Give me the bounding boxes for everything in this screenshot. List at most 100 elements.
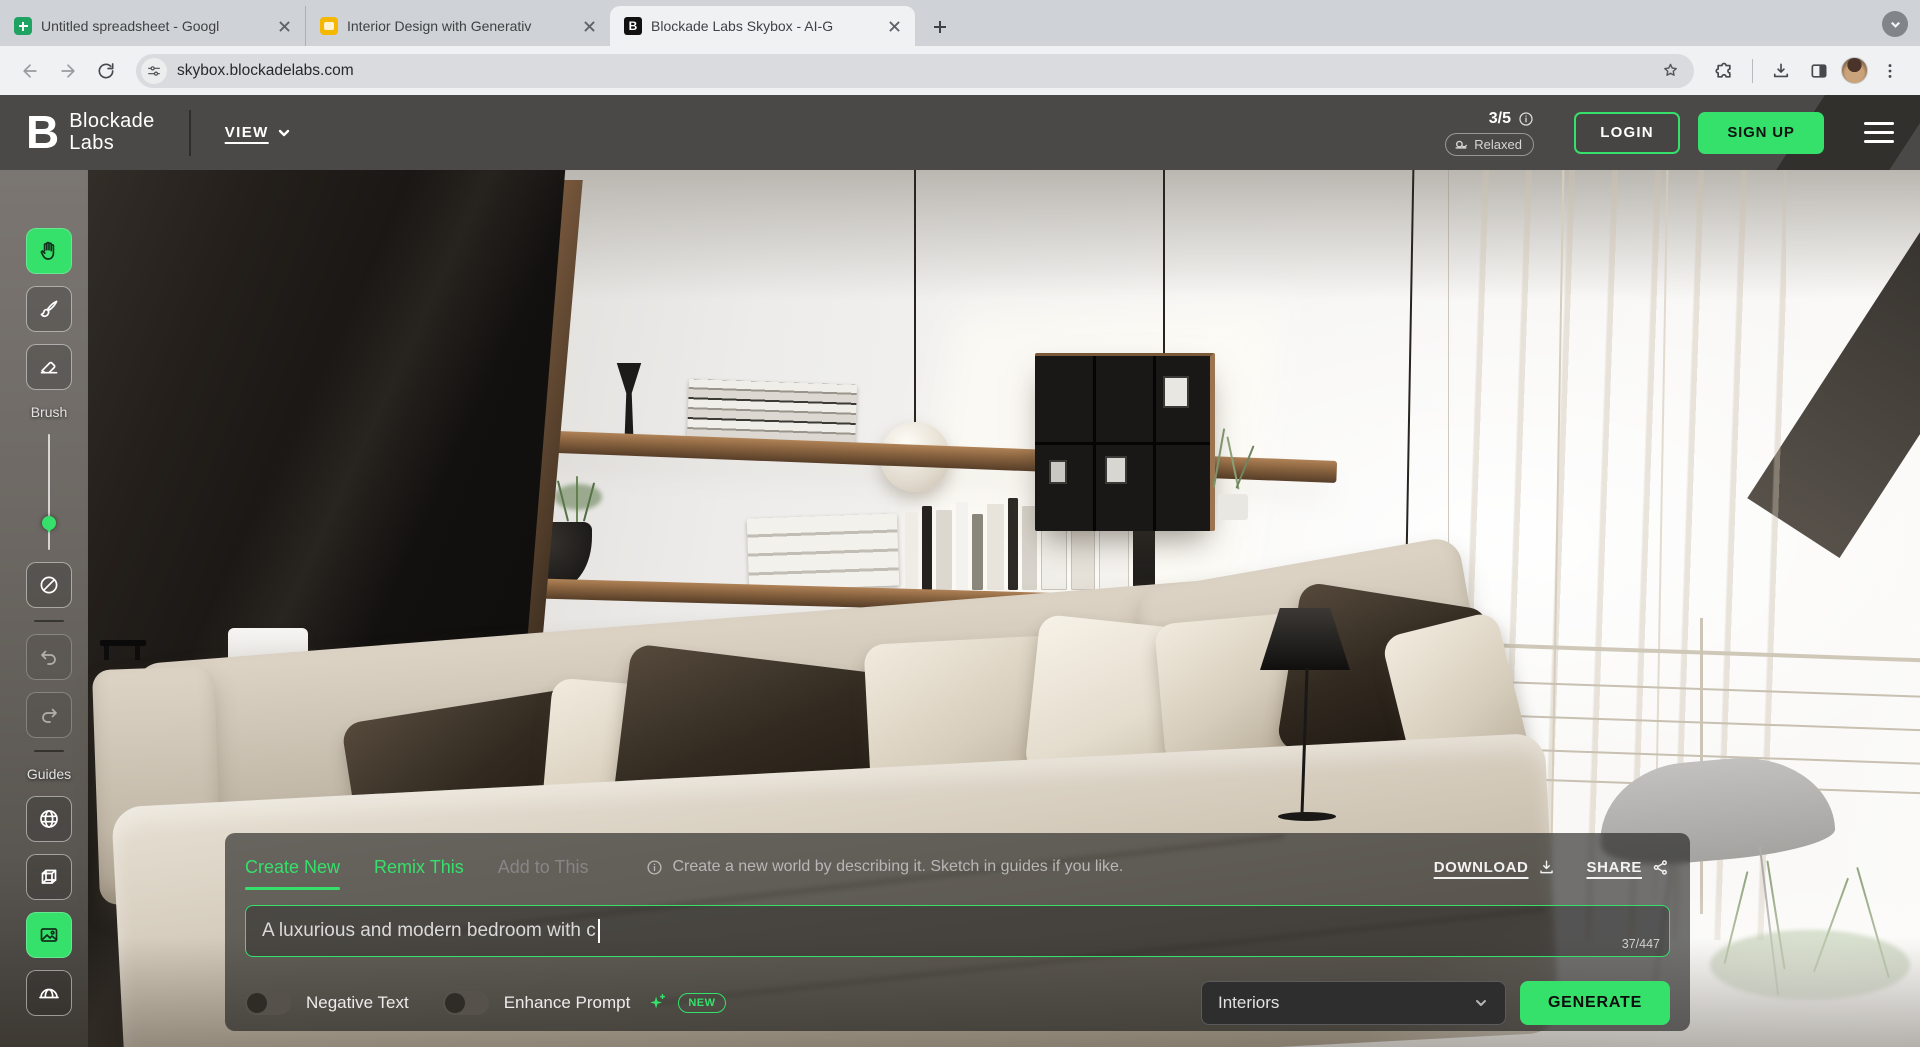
undo-icon — [37, 645, 61, 669]
prompt-hint-text: Create a new world by describing it. Ske… — [672, 858, 1123, 876]
brush-size-slider[interactable] — [26, 434, 72, 550]
tab-close-icon[interactable] — [275, 17, 293, 35]
slider-knob[interactable] — [42, 516, 56, 530]
back-button[interactable] — [14, 55, 46, 87]
sparkle-icon — [646, 992, 668, 1014]
redo-button[interactable] — [26, 692, 72, 738]
image-guide-button[interactable] — [26, 912, 72, 958]
browser-tab-strip: Untitled spreadsheet - Googl Interior De… — [0, 0, 1920, 46]
potted-plant-leaves — [548, 476, 608, 526]
signup-button[interactable]: SIGN UP — [1698, 112, 1824, 154]
browser-menu-icon[interactable] — [1874, 55, 1906, 87]
extensions-icon[interactable] — [1708, 55, 1740, 87]
downloads-icon[interactable] — [1765, 55, 1797, 87]
prompt-text: A luxurious and modern bedroom with c — [262, 920, 596, 942]
negative-text-label: Negative Text — [306, 993, 409, 1013]
hand-icon — [37, 239, 61, 263]
tab-close-icon[interactable] — [580, 17, 598, 35]
text-caret — [598, 919, 600, 943]
tab-close-icon[interactable] — [885, 17, 903, 35]
tab-title: Interior Design with Generativ — [347, 18, 571, 34]
browser-toolbar: skybox.blockadelabs.com — [0, 46, 1920, 95]
brush-tool-button[interactable] — [26, 286, 72, 332]
white-box-stack — [747, 513, 899, 590]
view-menu-label: VIEW — [225, 124, 269, 141]
login-button[interactable]: LOGIN — [1574, 112, 1680, 154]
brush-section-label: Brush — [31, 404, 68, 420]
guides-section-label: Guides — [27, 766, 71, 782]
new-tab-button[interactable] — [925, 12, 955, 42]
prompt-input[interactable]: A luxurious and modern bedroom with c — [245, 905, 1670, 957]
brush-icon — [37, 297, 61, 321]
blockade-logo-icon: B — [26, 114, 57, 151]
blockade-logo-text: BlockadeLabs — [69, 111, 154, 154]
dome-guide-button[interactable] — [26, 970, 72, 1016]
share-link[interactable]: SHARE — [1586, 858, 1670, 877]
enhance-prompt-toggle[interactable] — [443, 991, 489, 1015]
wall-shelf-unit — [1035, 353, 1215, 531]
tab-remix-this[interactable]: Remix This — [374, 857, 464, 878]
slides-favicon-icon — [320, 17, 338, 35]
info-icon — [646, 859, 663, 876]
blockade-favicon-icon: B — [624, 17, 642, 35]
blockade-logo[interactable]: B BlockadeLabs — [26, 111, 155, 154]
relaxed-mode-label: Relaxed — [1474, 137, 1522, 152]
enhance-prompt-label: Enhance Prompt — [504, 993, 631, 1013]
new-badge: NEW — [678, 993, 725, 1013]
info-icon[interactable] — [1518, 111, 1534, 127]
generation-credits: 3/5 Relaxed — [1445, 110, 1534, 156]
clear-tool-button[interactable] — [26, 562, 72, 608]
character-counter: 37/447 — [1622, 937, 1660, 951]
eraser-icon — [37, 355, 61, 379]
sheets-favicon-icon — [14, 17, 32, 35]
forward-button[interactable] — [52, 55, 84, 87]
download-link[interactable]: DOWNLOAD — [1434, 858, 1557, 877]
undo-button[interactable] — [26, 634, 72, 680]
url-text: skybox.blockadelabs.com — [177, 62, 1654, 80]
style-select[interactable]: Interiors — [1201, 981, 1506, 1025]
site-info-icon[interactable] — [141, 58, 167, 84]
wall-hook — [100, 640, 146, 646]
toolbar-divider — [1752, 59, 1753, 83]
redo-icon — [37, 703, 61, 727]
tab-add-to-this: Add to This — [498, 857, 589, 878]
view-menu[interactable]: VIEW — [225, 124, 291, 141]
menu-icon[interactable] — [1864, 122, 1894, 143]
tab-title: Untitled spreadsheet - Googl — [41, 18, 266, 34]
prompt-panel: Create New Remix This Add to This Create… — [225, 833, 1690, 1031]
cube-icon — [37, 865, 61, 889]
relaxed-mode-icon — [1454, 137, 1468, 151]
globe-guide-button[interactable] — [26, 796, 72, 842]
cube-guide-button[interactable] — [26, 854, 72, 900]
reload-button[interactable] — [90, 55, 122, 87]
tool-separator — [34, 620, 64, 622]
pendant-cord — [914, 170, 916, 425]
address-bar[interactable]: skybox.blockadelabs.com — [136, 54, 1694, 88]
generate-button[interactable]: GENERATE — [1520, 981, 1670, 1025]
credits-count: 3/5 — [1489, 110, 1511, 128]
side-panel-icon[interactable] — [1803, 55, 1835, 87]
download-icon — [1537, 858, 1556, 877]
browser-tab-sheets[interactable]: Untitled spreadsheet - Googl — [0, 6, 305, 46]
chevron-down-icon — [1473, 995, 1489, 1011]
negative-text-toggle[interactable] — [245, 991, 291, 1015]
tool-separator — [34, 750, 64, 752]
skybox-app: B BlockadeLabs VIEW 3/5 Rela — [0, 95, 1920, 1047]
prompt-hint: Create a new world by describing it. Ske… — [646, 858, 1123, 876]
relaxed-mode-badge: Relaxed — [1445, 133, 1534, 156]
eraser-tool-button[interactable] — [26, 344, 72, 390]
tab-create-new[interactable]: Create New — [245, 857, 340, 878]
tab-search-button[interactable] — [1882, 11, 1908, 37]
dome-icon — [37, 981, 61, 1005]
tab-title: Blockade Labs Skybox - AI-G — [651, 18, 876, 34]
shelf-unit-plant — [1196, 428, 1266, 528]
browser-tab-slides[interactable]: Interior Design with Generativ — [305, 6, 610, 46]
header-divider — [189, 110, 191, 156]
browser-tab-blockade[interactable]: B Blockade Labs Skybox - AI-G — [610, 6, 915, 46]
profile-avatar[interactable] — [1841, 57, 1868, 84]
site-header: B BlockadeLabs VIEW 3/5 Rela — [0, 95, 1920, 170]
pan-tool-button[interactable] — [26, 228, 72, 274]
chevron-down-icon — [277, 126, 291, 140]
style-select-value: Interiors — [1218, 993, 1279, 1013]
bookmark-star-icon[interactable] — [1654, 55, 1686, 87]
